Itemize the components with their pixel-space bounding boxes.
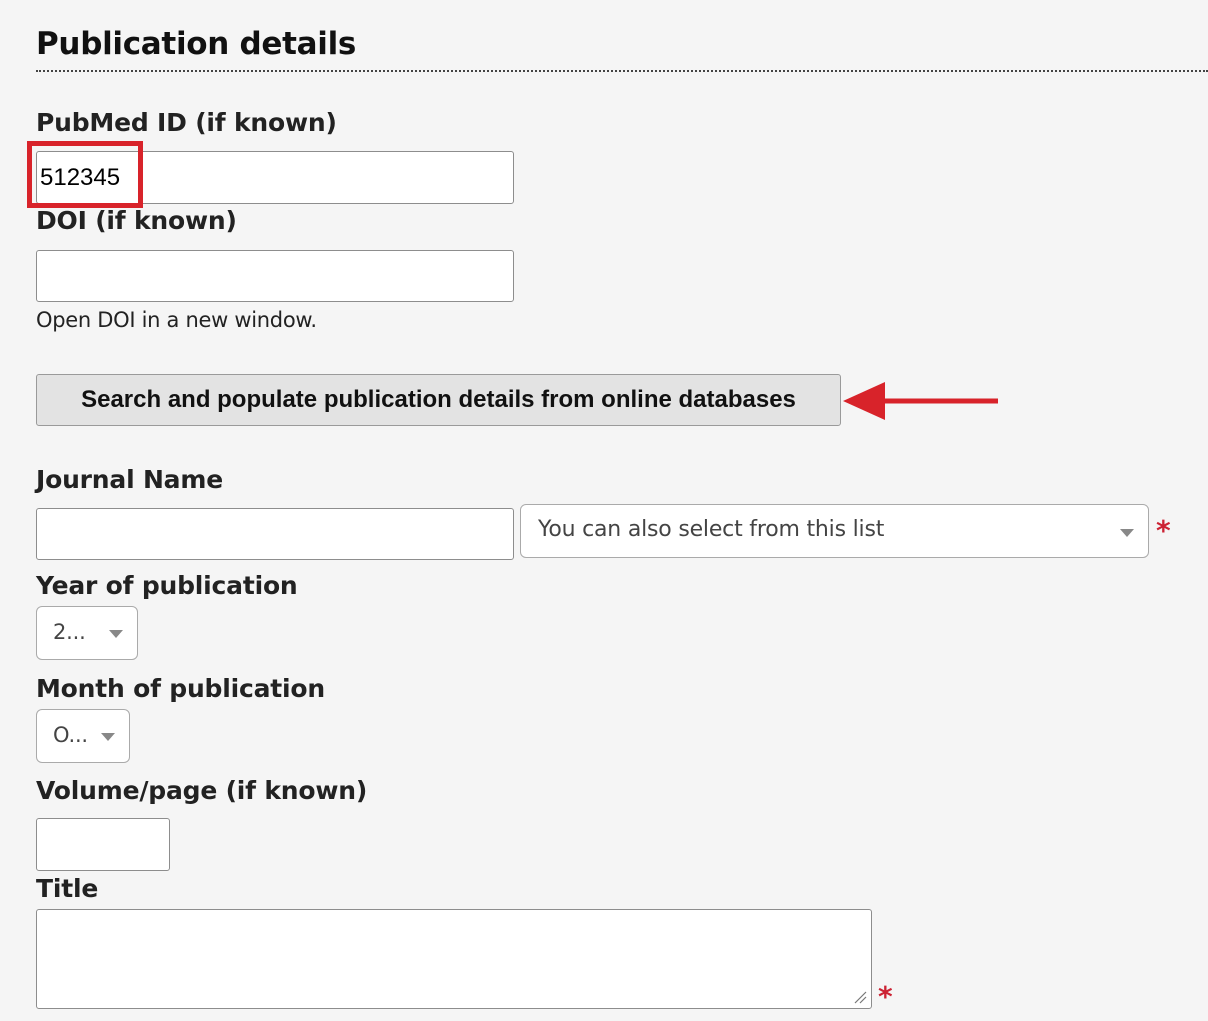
- volume-page-input[interactable]: [36, 818, 170, 871]
- chevron-down-icon: [109, 630, 123, 638]
- journal-select-placeholder: You can also select from this list: [538, 517, 885, 542]
- year-label: Year of publication: [36, 571, 298, 600]
- chevron-down-icon: [1120, 529, 1134, 537]
- section-title: Publication details: [36, 26, 357, 62]
- section-divider: [36, 70, 1208, 72]
- journal-required-mark: *: [1156, 514, 1171, 547]
- search-populate-button[interactable]: Search and populate publication details …: [36, 374, 841, 426]
- pubmed-id-label: PubMed ID (if known): [36, 108, 337, 137]
- journal-select[interactable]: You can also select from this list: [520, 504, 1149, 558]
- month-selected-value: O...: [53, 723, 88, 747]
- title-label: Title: [36, 874, 99, 903]
- month-select[interactable]: O...: [36, 709, 130, 763]
- publication-details-page: Publication details PubMed ID (if known)…: [0, 0, 1208, 1021]
- pubmed-id-highlight-annotation: [27, 141, 143, 208]
- doi-label: DOI (if known): [36, 206, 237, 235]
- year-selected-value: 2...: [53, 620, 86, 644]
- journal-name-input[interactable]: [36, 508, 514, 560]
- volume-page-label: Volume/page (if known): [36, 776, 368, 805]
- chevron-down-icon: [101, 733, 115, 741]
- doi-input[interactable]: [36, 250, 514, 302]
- title-textarea[interactable]: [36, 909, 872, 1009]
- month-label: Month of publication: [36, 674, 325, 703]
- open-doi-link[interactable]: Open DOI in a new window.: [36, 308, 317, 332]
- year-select[interactable]: 2...: [36, 606, 138, 660]
- resize-grip-icon[interactable]: [853, 990, 867, 1004]
- arrow-left-icon: [843, 382, 998, 420]
- journal-name-label: Journal Name: [36, 465, 223, 494]
- title-required-mark: *: [878, 980, 893, 1013]
